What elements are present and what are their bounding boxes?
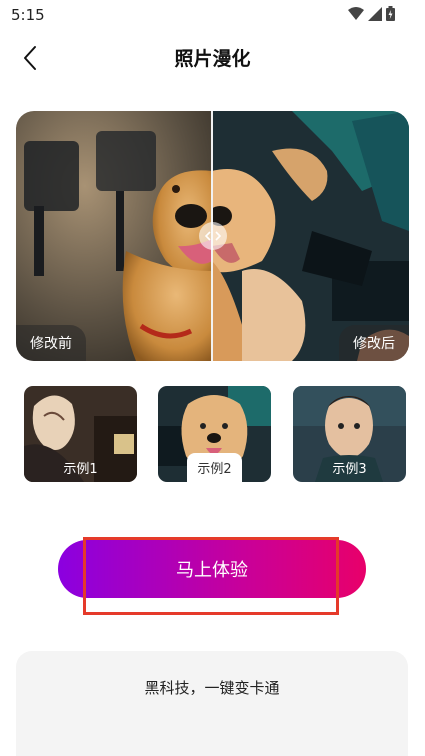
status-bar: 5:15 <box>0 0 425 30</box>
header: 照片漫化 <box>0 38 425 78</box>
example-label: 示例1 <box>63 462 98 477</box>
example-3[interactable]: 示例3 <box>293 386 406 482</box>
arrows-horizontal-icon <box>205 231 221 241</box>
after-label: 修改后 <box>339 325 409 361</box>
page-title: 照片漫化 <box>174 48 251 70</box>
highlight-box <box>83 537 339 615</box>
before-after-comparison[interactable]: 修改前 修改后 <box>16 111 409 361</box>
status-icons <box>348 6 395 21</box>
before-photo <box>16 111 212 361</box>
status-time: 5:15 <box>11 6 45 24</box>
before-label: 修改前 <box>16 325 86 361</box>
battery-icon <box>386 6 395 21</box>
compare-slider-handle[interactable] <box>199 222 227 250</box>
after-photo <box>212 111 409 361</box>
example-1[interactable]: 示例1 <box>24 386 137 482</box>
example-label: 示例3 <box>332 462 367 477</box>
info-text: 黑科技，一键变卡通 <box>144 679 280 697</box>
example-list: 示例1 示例2 示例3 <box>24 386 406 482</box>
info-card: 黑科技，一键变卡通 <box>16 651 408 756</box>
example-label: 示例2 <box>187 453 242 482</box>
wifi-icon <box>348 6 364 20</box>
example-2[interactable]: 示例2 <box>158 386 271 482</box>
signal-icon <box>368 6 382 21</box>
